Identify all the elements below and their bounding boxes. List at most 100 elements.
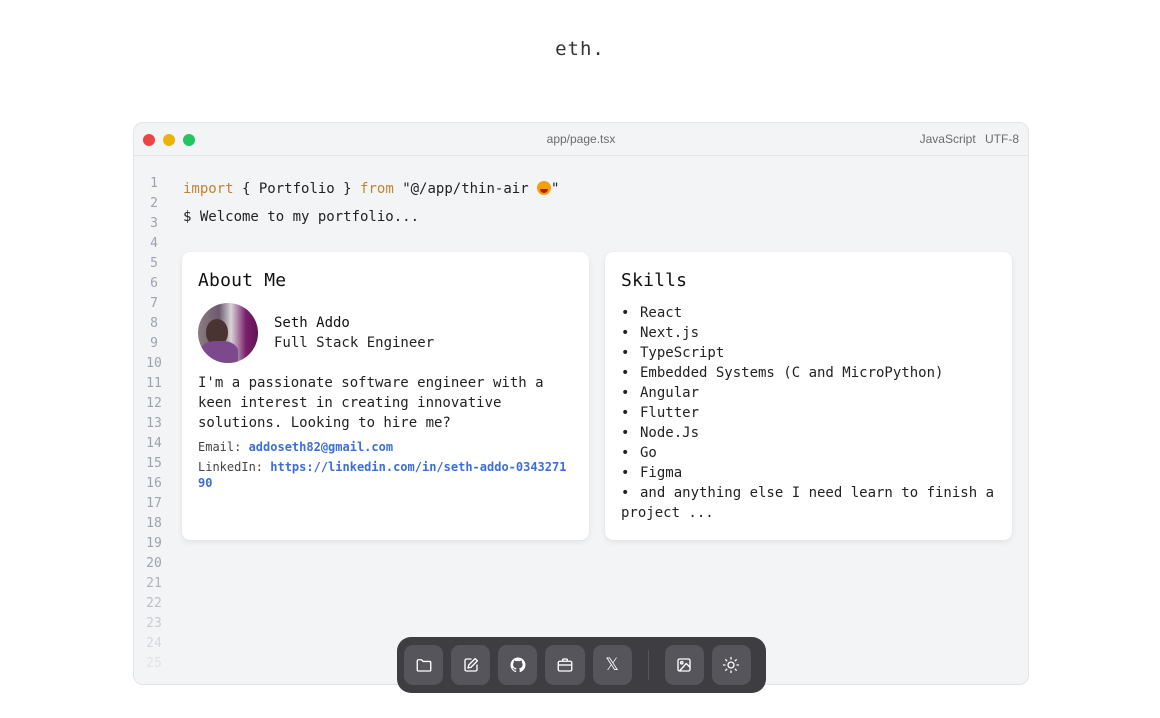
skill-label: and anything else I need learn to finish… [621, 485, 995, 521]
bullet: • [621, 485, 630, 501]
edit-icon [464, 657, 478, 672]
editor-filename: app/page.tsx [546, 132, 616, 146]
skill-item: • Figma [621, 463, 996, 483]
skill-item: • Go [621, 443, 996, 463]
line-number: 17 [146, 496, 162, 511]
skill-label: Node.Js [640, 425, 700, 441]
bullet: • [621, 325, 630, 341]
folder-button[interactable] [404, 645, 444, 685]
edit-button[interactable] [451, 645, 491, 685]
line-number: 21 [146, 576, 162, 591]
line-number: 18 [146, 516, 162, 531]
about-me-card: About Me Seth Addo Full Stack Engineer I… [182, 252, 589, 540]
skill-item: • Next.js [621, 323, 996, 343]
line-number: 16 [146, 476, 162, 491]
github-icon [510, 657, 526, 673]
theme-toggle-button[interactable] [711, 645, 751, 685]
from-keyword: from [360, 181, 394, 197]
line-number: 13 [146, 416, 162, 431]
import-keyword: import [183, 181, 234, 197]
folder-icon [416, 659, 431, 672]
email-label: Email: [198, 440, 249, 454]
line-number: 10 [146, 356, 162, 371]
line-number: 12 [146, 396, 162, 411]
line-number: 15 [146, 456, 162, 471]
profile-name: Seth Addo [274, 315, 350, 331]
skills-list: • React • Next.js • TypeScript • Embedded Sy… [621, 303, 996, 523]
line-number: 20 [146, 556, 162, 571]
line-number: 23 [146, 616, 162, 631]
x-button[interactable]: 𝕏 [592, 645, 632, 685]
dock-separator [647, 650, 649, 680]
skill-item: • TypeScript [621, 343, 996, 363]
email-row: Email: addoseth82@gmail.com [198, 439, 573, 455]
skill-label: Angular [640, 385, 700, 401]
import-name: { Portfolio } [242, 181, 352, 197]
line-number: 25 [146, 656, 162, 671]
code-editor-window: app/page.tsx JavaScript UTF-8 1234567891… [133, 122, 1029, 685]
language-label: JavaScript [919, 132, 976, 146]
dock-toolbar: 𝕏 [397, 637, 766, 693]
linkedin-row: LinkedIn: https://linkedin.com/in/seth-a… [198, 459, 573, 491]
sun-icon [723, 656, 740, 674]
image-button[interactable] [664, 645, 704, 685]
briefcase-button[interactable] [545, 645, 585, 685]
site-title: eth. [555, 38, 605, 60]
import-path-end: " [551, 181, 560, 197]
line-number: 19 [146, 536, 162, 551]
line-number: 24 [146, 636, 162, 651]
skills-heading: Skills [621, 270, 688, 291]
line-number: 9 [150, 336, 158, 351]
line-number: 7 [150, 296, 158, 311]
image-icon [677, 658, 691, 672]
skill-label: Next.js [640, 325, 700, 341]
skill-label: TypeScript [640, 345, 725, 361]
line-number: 11 [146, 376, 162, 391]
line-number: 2 [150, 196, 158, 211]
bullet: • [621, 305, 630, 321]
encoding-label: UTF-8 [985, 132, 1019, 146]
skill-label: Flutter [640, 405, 700, 421]
line-number: 6 [150, 276, 158, 291]
about-bio: I'm a passionate software engineer with … [198, 375, 544, 431]
import-path: "@/app/thin-air [402, 181, 538, 197]
x-icon: 𝕏 [605, 655, 619, 675]
bullet: • [621, 345, 630, 361]
avatar [198, 303, 258, 363]
line-number: 14 [146, 436, 162, 451]
code-line-import: import { Portfolio } from "@/app/thin-ai… [183, 181, 559, 197]
linkedin-label: LinkedIn: [198, 460, 271, 474]
bullet: • [621, 425, 630, 441]
skill-label: Embedded Systems (C and MicroPython) [640, 365, 944, 381]
line-number: 3 [150, 216, 158, 231]
skill-item: • Node.Js [621, 423, 996, 443]
github-button[interactable] [498, 645, 538, 685]
skill-label: Figma [640, 465, 683, 481]
bullet: • [621, 385, 630, 401]
editor-titlebar: app/page.tsx JavaScript UTF-8 [134, 123, 1028, 156]
skill-item: • and anything else I need learn to finis… [621, 483, 996, 523]
line-number: 22 [146, 596, 162, 611]
line-number: 1 [150, 176, 158, 191]
code-line-prompt: $ Welcome to my portfolio... [183, 209, 420, 225]
bullet: • [621, 465, 630, 481]
bullet: • [621, 405, 630, 421]
skill-item: • Embedded Systems (C and MicroPython) [621, 363, 996, 383]
briefcase-icon [557, 658, 573, 672]
bullet: • [621, 445, 630, 461]
skills-card: Skills • React • Next.js • TypeScript • Embe… [605, 252, 1012, 540]
line-number: 4 [150, 236, 158, 251]
line-number-gutter: 1 2 3 4 5 6 7 8 9 10 11 12 13 14 15 16 17 18 19 20 21 22 23 24 2… [134, 174, 174, 674]
profile: Seth Addo Full Stack Engineer [198, 303, 573, 363]
skill-label: React [640, 305, 683, 321]
skill-item: • Angular [621, 383, 996, 403]
about-me-heading: About Me [198, 270, 287, 291]
skill-label: Go [640, 445, 657, 461]
line-number: 8 [150, 316, 158, 331]
skill-item: • Flutter [621, 403, 996, 423]
bullet: • [621, 365, 630, 381]
skill-item: • React [621, 303, 996, 323]
editor-meta: JavaScript UTF-8 [920, 132, 1019, 146]
laughing-emoji-icon [537, 181, 552, 195]
email-link[interactable]: addoseth82@gmail.com [249, 440, 394, 454]
